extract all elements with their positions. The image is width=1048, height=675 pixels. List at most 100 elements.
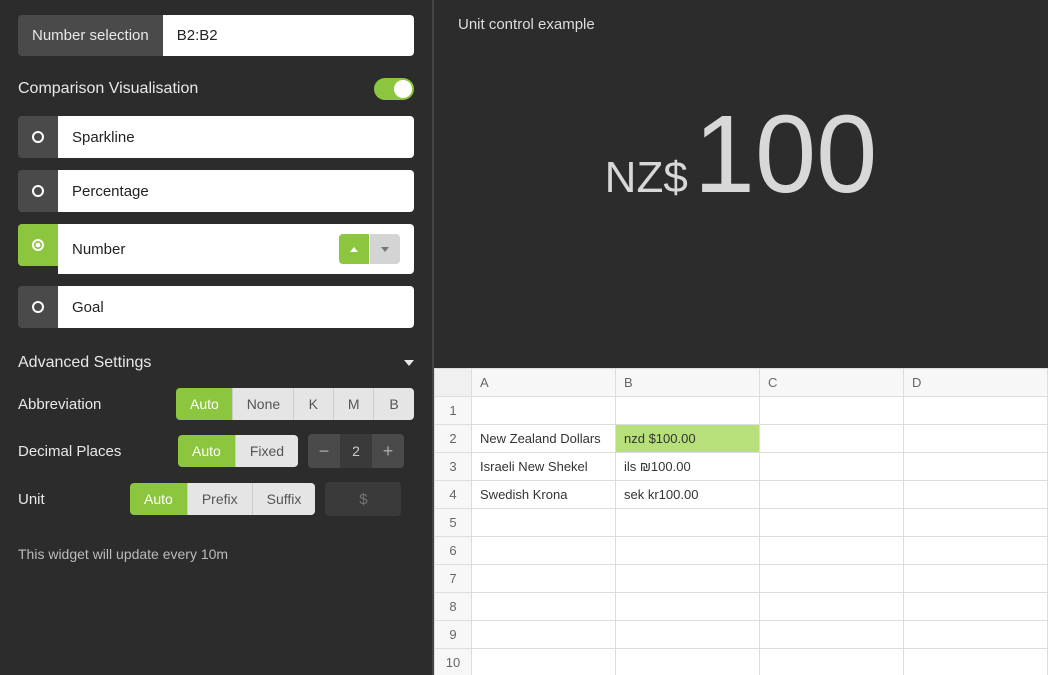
table-row: 2New Zealand Dollarsnzd $100.00 — [435, 425, 1048, 453]
table-row: 10 — [435, 649, 1048, 675]
cell[interactable] — [616, 565, 760, 593]
spreadsheet-table: ABCD 12New Zealand Dollarsnzd $100.003Is… — [434, 368, 1048, 675]
number-selection-label: Number selection — [18, 15, 163, 56]
row-header[interactable]: 2 — [435, 425, 472, 453]
row-header[interactable]: 5 — [435, 509, 472, 537]
radio-label: Sparkline — [58, 116, 414, 158]
column-header-B[interactable]: B — [616, 369, 760, 397]
abbr-option-b[interactable]: B — [374, 388, 414, 420]
radio-label-text: Goal — [72, 299, 104, 316]
radio-option-sparkline[interactable]: Sparkline — [18, 116, 414, 158]
cell[interactable] — [903, 425, 1047, 453]
decrement-button[interactable]: − — [308, 434, 340, 468]
cell[interactable] — [472, 593, 616, 621]
cell[interactable] — [759, 481, 903, 509]
preview-value: 100 — [694, 100, 878, 210]
radio-label-text: Percentage — [72, 183, 149, 200]
unit-input[interactable] — [325, 482, 401, 516]
cell[interactable] — [759, 593, 903, 621]
cell[interactable] — [903, 565, 1047, 593]
cell[interactable] — [616, 397, 760, 425]
cell[interactable] — [472, 649, 616, 675]
cell[interactable] — [759, 425, 903, 453]
cell[interactable] — [759, 397, 903, 425]
cell[interactable] — [616, 509, 760, 537]
cell[interactable] — [616, 621, 760, 649]
cell[interactable] — [903, 453, 1047, 481]
unit-option-suffix[interactable]: Suffix — [253, 483, 316, 515]
cell[interactable] — [903, 397, 1047, 425]
cell[interactable] — [616, 537, 760, 565]
cell[interactable]: Israeli New Shekel — [472, 453, 616, 481]
cell[interactable] — [759, 509, 903, 537]
caret-up-icon — [350, 247, 358, 252]
cell[interactable]: nzd $100.00 — [616, 425, 760, 453]
expand-split-button — [339, 234, 400, 264]
cell[interactable]: ils ₪100.00 — [616, 453, 760, 481]
preview-number: NZ$ 100 — [605, 100, 878, 210]
cell[interactable] — [759, 649, 903, 675]
column-header-A[interactable]: A — [472, 369, 616, 397]
caret-down-icon — [381, 247, 389, 252]
unit-row: Unit AutoPrefixSuffix — [18, 482, 414, 516]
caret-up-button[interactable] — [339, 234, 369, 264]
row-header[interactable]: 3 — [435, 453, 472, 481]
row-header[interactable]: 10 — [435, 649, 472, 675]
row-header[interactable]: 6 — [435, 537, 472, 565]
row-header[interactable]: 9 — [435, 621, 472, 649]
cell[interactable] — [759, 565, 903, 593]
cell[interactable] — [472, 509, 616, 537]
abbr-option-auto[interactable]: Auto — [176, 388, 233, 420]
radio-label-text: Sparkline — [72, 129, 135, 146]
cell[interactable] — [903, 509, 1047, 537]
decimal-option-auto[interactable]: Auto — [178, 435, 236, 467]
abbr-option-m[interactable]: M — [334, 388, 374, 420]
cell[interactable] — [759, 537, 903, 565]
cell[interactable] — [903, 593, 1047, 621]
decimal-option-fixed[interactable]: Fixed — [236, 435, 298, 467]
cell[interactable] — [472, 565, 616, 593]
cell[interactable] — [903, 621, 1047, 649]
cell[interactable] — [616, 593, 760, 621]
radio-option-goal[interactable]: Goal — [18, 286, 414, 328]
cell[interactable] — [903, 537, 1047, 565]
cell[interactable] — [472, 397, 616, 425]
advanced-settings-header[interactable]: Advanced Settings — [18, 354, 414, 372]
caret-down-button[interactable] — [370, 234, 400, 264]
radio-option-number[interactable]: Number — [18, 224, 414, 274]
cell[interactable] — [472, 537, 616, 565]
cell[interactable] — [759, 453, 903, 481]
radio-option-percentage[interactable]: Percentage — [18, 170, 414, 212]
cell[interactable]: New Zealand Dollars — [472, 425, 616, 453]
abbr-option-k[interactable]: K — [294, 388, 334, 420]
row-header[interactable]: 4 — [435, 481, 472, 509]
row-header[interactable]: 7 — [435, 565, 472, 593]
corner-cell[interactable] — [435, 369, 472, 397]
cell[interactable]: sek kr100.00 — [616, 481, 760, 509]
increment-button[interactable]: + — [372, 434, 404, 468]
table-row: 9 — [435, 621, 1048, 649]
radio-indicator — [18, 286, 58, 328]
preview-prefix: NZ$ — [605, 153, 688, 203]
column-header-C[interactable]: C — [759, 369, 903, 397]
spreadsheet[interactable]: ABCD 12New Zealand Dollarsnzd $100.003Is… — [434, 368, 1048, 675]
preview-pane: Unit control example NZ$ 100 ABCD 12New … — [432, 0, 1048, 675]
cell[interactable] — [616, 649, 760, 675]
cell[interactable] — [903, 649, 1047, 675]
column-header-D[interactable]: D — [903, 369, 1047, 397]
unit-option-prefix[interactable]: Prefix — [188, 483, 253, 515]
comparison-toggle[interactable] — [374, 78, 414, 100]
abbr-option-none[interactable]: None — [233, 388, 294, 420]
unit-label: Unit — [18, 491, 130, 508]
cell[interactable] — [472, 621, 616, 649]
radio-circle-icon — [32, 131, 44, 143]
number-selection-input[interactable] — [163, 15, 414, 56]
table-row: 5 — [435, 509, 1048, 537]
cell[interactable]: Swedish Krona — [472, 481, 616, 509]
unit-option-auto[interactable]: Auto — [130, 483, 188, 515]
cell[interactable] — [903, 481, 1047, 509]
table-row: 8 — [435, 593, 1048, 621]
row-header[interactable]: 1 — [435, 397, 472, 425]
cell[interactable] — [759, 621, 903, 649]
row-header[interactable]: 8 — [435, 593, 472, 621]
